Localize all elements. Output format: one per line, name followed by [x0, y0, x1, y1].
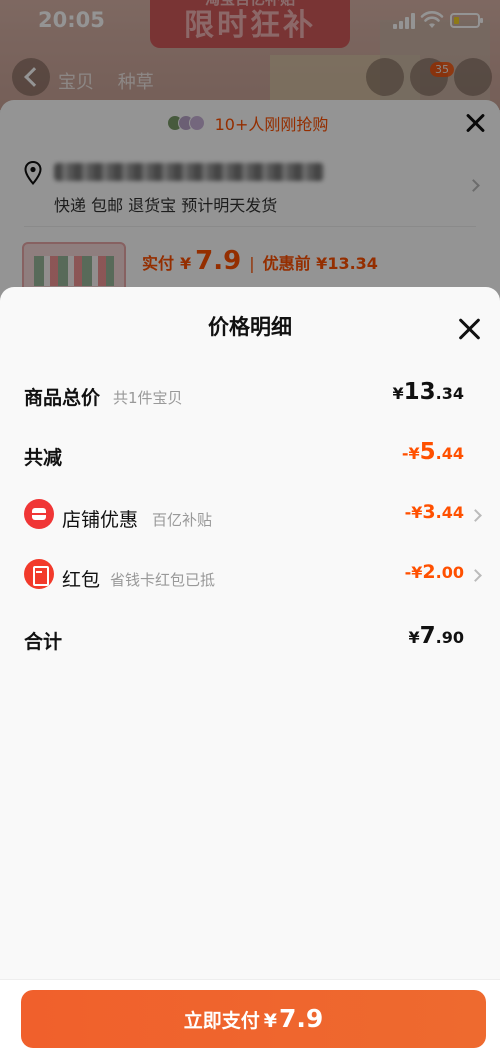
chevron-right-icon	[469, 509, 482, 522]
row-label: 合计	[24, 631, 63, 653]
price-row-total: 商品总价 共1件宝贝 ¥13.34	[0, 375, 500, 415]
pay-now-amount: 7.9	[278, 1004, 324, 1033]
chevron-right-icon	[469, 569, 482, 582]
row-label: 商品总价	[24, 387, 101, 409]
red-envelope-icon	[24, 559, 54, 589]
row-label: 店铺优惠	[62, 509, 139, 531]
shop-icon	[24, 499, 54, 529]
modal-title: 价格明细	[208, 315, 292, 339]
row-value: ¥13.34	[392, 379, 465, 405]
row-sub-label: 百亿补贴	[152, 511, 213, 529]
close-icon[interactable]	[458, 317, 482, 341]
pay-now-currency: ¥	[263, 1010, 277, 1032]
pay-now-label: 立即支付	[183, 1010, 260, 1032]
row-value: -¥5.44	[401, 439, 464, 465]
row-label: 共减	[24, 447, 63, 469]
row-value: -¥3.44	[404, 501, 464, 523]
price-row-discount-total: 共减 -¥5.44	[0, 435, 500, 475]
row-sub-label: 省钱卡红包已抵	[110, 571, 216, 589]
price-detail-modal: 价格明细 商品总价 共1件宝贝 ¥13.34 共减 -¥5.44 店铺优惠 百亿…	[0, 287, 500, 1059]
row-sub-label: 共1件宝贝	[113, 389, 183, 407]
row-label: 红包	[62, 569, 101, 591]
pay-now-button[interactable]: 立即支付 ¥ 7.9	[21, 990, 486, 1048]
price-row-red-envelope[interactable]: 红包 省钱卡红包已抵 -¥2.00	[0, 557, 500, 597]
pay-bar: 立即支付 ¥ 7.9	[0, 979, 500, 1059]
row-value: -¥2.00	[404, 561, 464, 583]
row-value: ¥7.90	[408, 623, 465, 649]
price-row-shop-discount[interactable]: 店铺优惠 百亿补贴 -¥3.44	[0, 497, 500, 537]
price-row-grand-total: 合计 ¥7.90	[0, 619, 500, 659]
